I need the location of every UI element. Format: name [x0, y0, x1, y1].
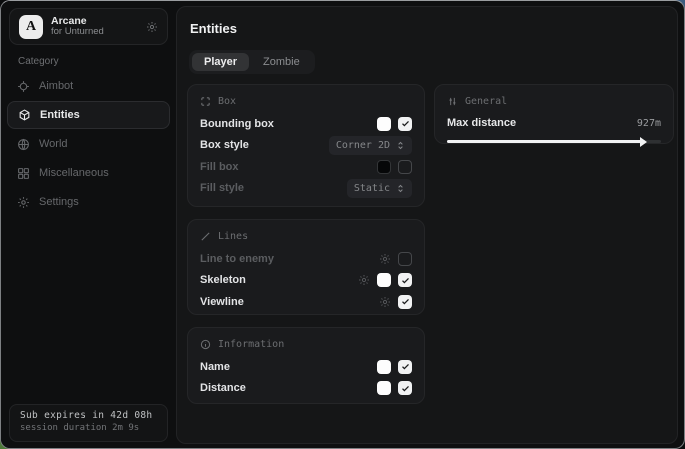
fill-style-select[interactable]: Static	[347, 179, 412, 198]
app-logo-card: A Arcane for Unturned	[9, 8, 168, 45]
sidebar-item-settings[interactable]: Settings	[7, 188, 170, 216]
crosshair-icon	[17, 80, 30, 93]
box-style-row: Box style Corner 2D	[200, 135, 412, 157]
fill-box-checkbox[interactable]	[398, 160, 412, 174]
arcane-window: A Arcane for Unturned Category	[0, 0, 685, 449]
app-logo: A	[19, 15, 43, 39]
sidebar: A Arcane for Unturned Category	[1, 1, 176, 448]
fill-style-value: Static	[354, 183, 390, 194]
sidebar-item-label: Aimbot	[39, 80, 73, 92]
fill-style-row: Fill style Static	[200, 178, 412, 200]
skeleton-label: Skeleton	[200, 274, 358, 286]
name-color-swatch[interactable]	[377, 360, 391, 374]
session-duration-text: session duration 2m 9s	[20, 423, 157, 433]
lines-section-card: Lines Line to enemy	[187, 219, 425, 315]
viewline-row: Viewline	[200, 291, 412, 313]
sidebar-item-label: World	[39, 138, 68, 150]
info-circle-icon	[200, 339, 211, 350]
box-style-select[interactable]: Corner 2D	[329, 136, 412, 155]
section-title: Lines	[218, 231, 248, 242]
page-title: Entities	[190, 21, 237, 36]
main-panel: Entities Player Zombie Box Bounding box	[176, 6, 678, 444]
app-settings-gear-icon[interactable]	[146, 21, 158, 33]
sidebar-item-label: Entities	[40, 109, 80, 121]
fill-box-label: Fill box	[200, 161, 377, 173]
max-distance-slider[interactable]	[447, 140, 661, 143]
tab-player[interactable]: Player	[192, 53, 249, 71]
category-label: Category	[18, 56, 59, 67]
grid-icon	[17, 167, 30, 180]
name-label: Name	[200, 361, 377, 373]
max-distance-slider-fill	[447, 140, 645, 143]
skeleton-row: Skeleton	[200, 270, 412, 292]
box-style-value: Corner 2D	[336, 140, 390, 151]
distance-color-swatch[interactable]	[377, 381, 391, 395]
fill-box-row: Fill box	[200, 156, 412, 178]
entity-tabbar: Player Zombie	[189, 50, 315, 74]
max-distance-slider-thumb[interactable]	[640, 137, 647, 147]
skeleton-checkbox[interactable]	[398, 273, 412, 287]
skeleton-settings-gear-icon[interactable]	[358, 274, 370, 286]
skeleton-color-swatch[interactable]	[377, 273, 391, 287]
sidebar-item-label: Miscellaneous	[39, 167, 109, 179]
bounding-box-label: Bounding box	[200, 118, 377, 130]
information-section-card: Information Name Distance	[187, 327, 425, 404]
sidebar-item-label: Settings	[39, 196, 79, 208]
section-title: General	[465, 96, 507, 107]
general-section-card: General Max distance 927m	[434, 84, 674, 144]
section-title: Box	[218, 96, 236, 107]
line-to-enemy-label: Line to enemy	[200, 253, 379, 265]
distance-label: Distance	[200, 382, 377, 394]
box-style-label: Box style	[200, 139, 329, 151]
fill-style-label: Fill style	[200, 182, 347, 194]
max-distance-value: 927m	[637, 118, 661, 129]
chevron-up-down-icon	[396, 141, 405, 150]
distance-row: Distance	[200, 378, 412, 400]
scan-brackets-icon	[200, 96, 211, 107]
sidebar-item-world[interactable]: World	[7, 130, 170, 158]
box-section-card: Box Bounding box Box style Corner 2D	[187, 84, 425, 207]
fill-box-color-swatch[interactable]	[377, 160, 391, 174]
bounding-box-checkbox[interactable]	[398, 117, 412, 131]
tab-zombie[interactable]: Zombie	[251, 53, 312, 71]
bounding-box-color-swatch[interactable]	[377, 117, 391, 131]
chevron-up-down-icon	[396, 184, 405, 193]
desktop-background: A Arcane for Unturned Category	[0, 0, 685, 449]
max-distance-label: Max distance	[447, 117, 637, 129]
sliders-icon	[447, 96, 458, 107]
gear-icon	[17, 196, 30, 209]
viewline-label: Viewline	[200, 296, 379, 308]
diagonal-line-icon	[200, 231, 211, 242]
sidebar-item-aimbot[interactable]: Aimbot	[7, 72, 170, 100]
line-to-enemy-settings-gear-icon[interactable]	[379, 253, 391, 265]
bounding-box-row: Bounding box	[200, 113, 412, 135]
sidebar-nav: Aimbot Entities Wo	[1, 71, 176, 217]
section-title: Information	[218, 339, 284, 350]
viewline-checkbox[interactable]	[398, 295, 412, 309]
name-checkbox[interactable]	[398, 360, 412, 374]
sidebar-item-miscellaneous[interactable]: Miscellaneous	[7, 159, 170, 187]
line-to-enemy-row: Line to enemy	[200, 248, 412, 270]
sidebar-item-entities[interactable]: Entities	[7, 101, 170, 129]
distance-checkbox[interactable]	[398, 381, 412, 395]
globe-icon	[17, 138, 30, 151]
sub-expiry-text: Sub expires in 42d 08h	[20, 410, 157, 421]
name-row: Name	[200, 356, 412, 378]
line-to-enemy-checkbox[interactable]	[398, 252, 412, 266]
subscription-status-card: Sub expires in 42d 08h session duration …	[9, 404, 168, 442]
cube-icon	[18, 109, 31, 122]
app-subtitle: for Unturned	[51, 27, 138, 38]
viewline-settings-gear-icon[interactable]	[379, 296, 391, 308]
